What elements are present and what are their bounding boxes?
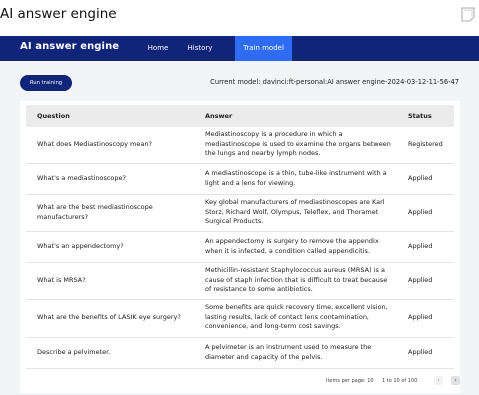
answer-cell: Key global manufacturers of mediastinosc… — [205, 198, 385, 225]
brand-title: AI answer engine — [20, 41, 120, 52]
table-row[interactable]: What's an appendectomy? An appendectomy … — [26, 232, 454, 263]
table-row[interactable]: What does Mediastinoscopy mean? Mediasti… — [26, 127, 454, 164]
status-cell: Applied — [408, 276, 433, 284]
navbar: AI answer engine Home History Train mode… — [0, 36, 479, 61]
question-cell: What is MRSA? — [37, 276, 86, 284]
status-cell: Applied — [408, 174, 433, 182]
status-cell: Registered — [408, 140, 443, 148]
next-page-button[interactable]: › — [451, 376, 460, 385]
run-training-button[interactable]: Run training — [20, 75, 72, 91]
items-per-page-select[interactable]: Items per page: 10 — [326, 378, 374, 384]
table-row[interactable]: What's a mediastinoscope? A mediastinosc… — [26, 164, 454, 195]
logo-icon — [458, 4, 478, 24]
question-cell: What are the best mediastinoscope manufa… — [37, 203, 153, 221]
answer-cell: An appendectomy is surgery to remove the… — [205, 237, 379, 255]
question-cell: Describe a pelvimeter. — [37, 348, 111, 356]
table-header: Question Answer Status — [26, 105, 454, 127]
table-row[interactable]: What are the benefits of LASIK eye surge… — [26, 300, 454, 338]
question-cell: What's a mediastinoscope? — [37, 174, 126, 182]
question-cell: What are the benefits of LASIK eye surge… — [37, 313, 181, 321]
tab-history[interactable]: History — [183, 36, 217, 61]
table-row[interactable]: What are the best mediastinoscope manufa… — [26, 195, 454, 232]
question-cell: What's an appendectomy? — [37, 242, 124, 250]
chevron-left-icon: ‹ — [437, 377, 440, 384]
page-title: AI answer engine — [0, 6, 117, 22]
current-model-label: Current model: davinci:ft-personal:AI an… — [210, 78, 459, 86]
table-row[interactable]: Describe a pelvimeter. A pelvimeter is a… — [26, 338, 454, 369]
table-row[interactable]: What is MRSA? Methicillin-resistant Stap… — [26, 263, 454, 300]
answer-cell: Mediastinoscopy is a procedure in which … — [205, 130, 391, 157]
chevron-right-icon: › — [454, 377, 457, 384]
status-cell: Applied — [408, 242, 433, 250]
tab-home[interactable]: Home — [143, 36, 173, 61]
question-cell: What does Mediastinoscopy mean? — [37, 140, 152, 148]
status-cell: Applied — [408, 208, 433, 216]
column-header-answer: Answer — [205, 112, 233, 120]
tab-train-model[interactable]: Train model — [235, 36, 292, 61]
column-header-question: Question — [37, 112, 70, 120]
previous-page-button[interactable]: ‹ — [434, 376, 443, 385]
answer-cell: A pelvimeter is an instrument used to me… — [205, 343, 372, 361]
training-table: Question Answer Status What does Mediast… — [20, 101, 460, 393]
column-header-status: Status — [408, 112, 432, 120]
status-cell: Applied — [408, 348, 433, 356]
status-cell: Applied — [408, 313, 433, 321]
main-content: Run training Current model: davinci:ft-p… — [0, 61, 479, 395]
pagination-range: 1 to 10 of 100 — [382, 378, 418, 384]
answer-cell: Some benefits are quick recovery time, e… — [205, 303, 388, 330]
answer-cell: A mediastinoscope is a thin, tube-like i… — [205, 169, 387, 187]
answer-cell: Methicillin-resistant Staphylococcus aur… — [205, 266, 388, 293]
